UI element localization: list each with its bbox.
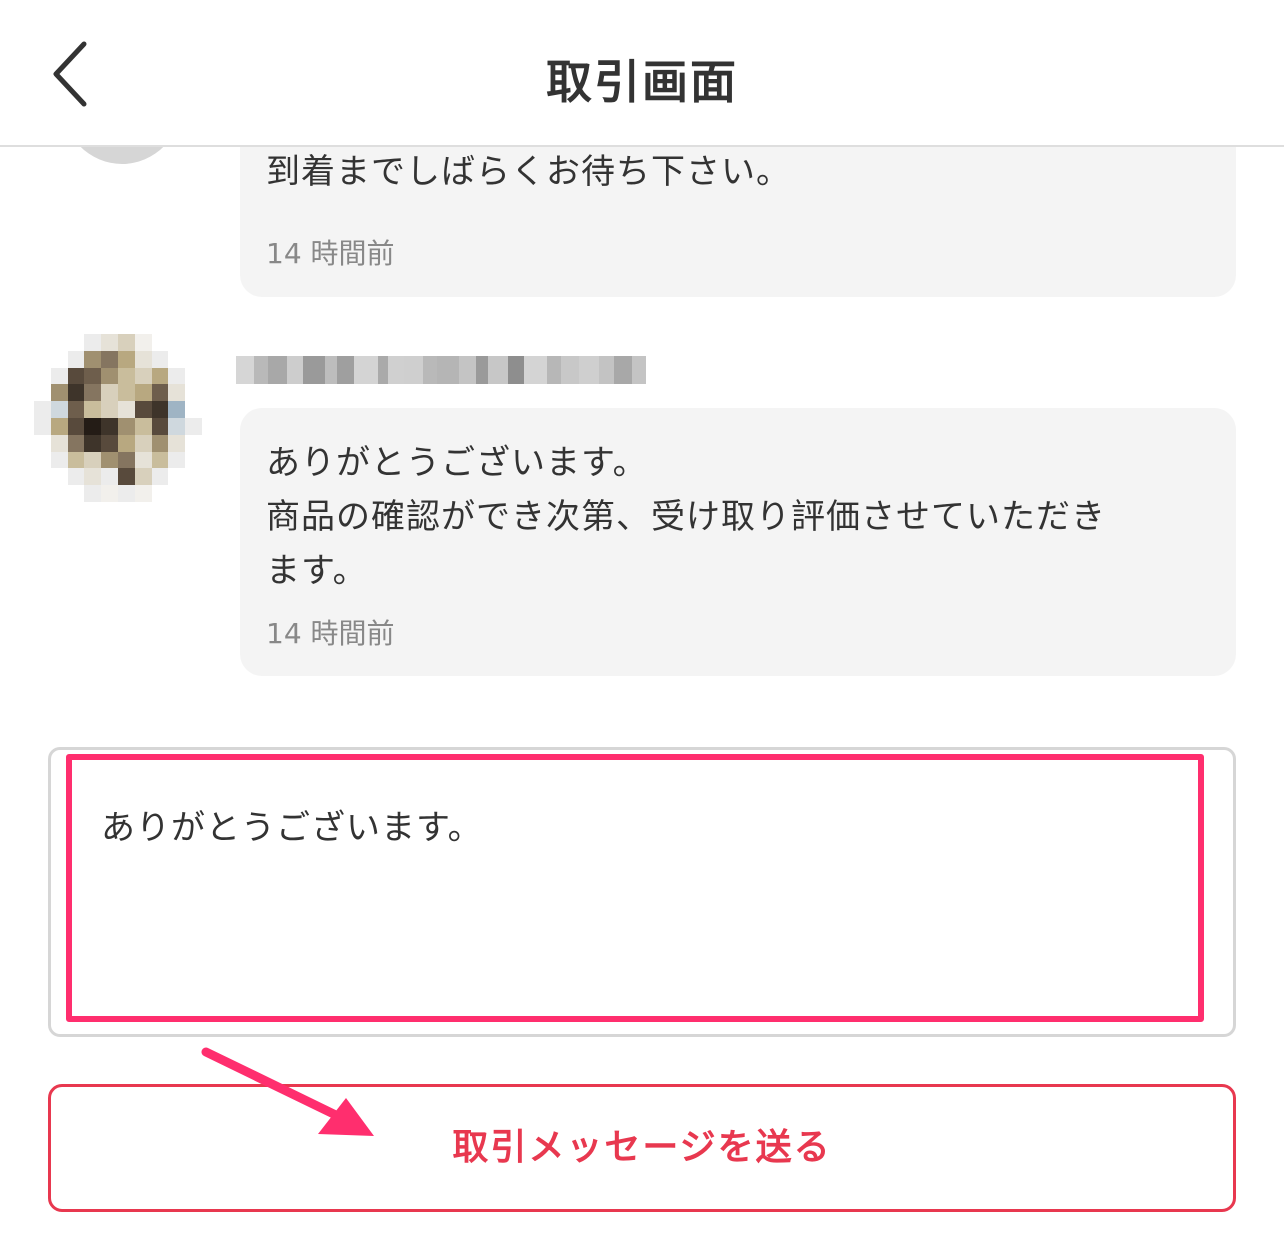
message-text: ありがとうございます。 商品の確認ができ次第、受け取り評価させていただき ます。 bbox=[266, 443, 1106, 591]
page-title: 取引画面 bbox=[546, 55, 738, 109]
message-bubble: ありがとうございます。 商品の確認ができ次第、受け取り評価させていただき ます。… bbox=[240, 408, 1236, 676]
sender-name-redacted bbox=[236, 350, 646, 390]
transaction-screen: 取引画面 到着までしばらくお待ち下さい。 14 時間前 ありがとうございます。 … bbox=[0, 0, 1284, 1237]
avatar bbox=[34, 334, 202, 502]
message-timestamp: 14 時間前 bbox=[266, 237, 395, 270]
message-text: 到着までしばらくお待ち下さい。 bbox=[266, 152, 791, 192]
message-input[interactable]: ありがとうございます。 bbox=[48, 747, 1236, 1037]
app-header: 取引画面 bbox=[0, 0, 1284, 147]
send-message-button[interactable]: 取引メッセージを送る bbox=[48, 1084, 1236, 1212]
message-input-value: ありがとうございます。 bbox=[101, 808, 483, 848]
message-timestamp: 14 時間前 bbox=[266, 617, 395, 650]
